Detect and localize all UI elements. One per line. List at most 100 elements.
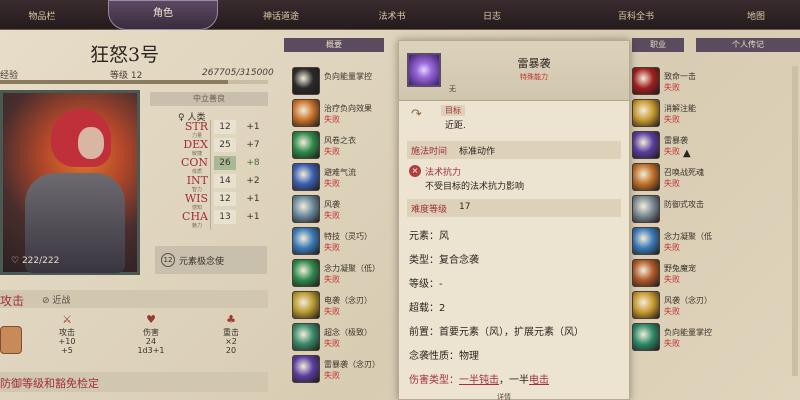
ability-name: 负向能量掌控 — [664, 328, 712, 337]
class-summary[interactable]: 12 元素极念使 — [155, 246, 267, 274]
ability-item[interactable]: 念力凝聚（低） 失败 — [292, 258, 398, 288]
defense-header[interactable]: 防御等级和豁免检定 — [0, 372, 268, 392]
stat-row-str[interactable]: STR 力量 12 +1 — [152, 120, 268, 139]
stat-modifier: +1 — [246, 194, 260, 204]
ability-icon — [292, 195, 320, 223]
ability-item[interactable]: 致命一击 失败 — [632, 66, 738, 96]
ability-icon — [632, 131, 660, 159]
ability-fail-status: 失败 — [324, 115, 340, 124]
ability-item[interactable]: 风袭 失败 — [292, 194, 398, 224]
ability-item[interactable]: 念力凝聚（低 失败 — [632, 226, 738, 256]
detail-footer[interactable]: 详情 — [497, 392, 511, 400]
target-value: 近距. — [445, 121, 466, 131]
ability-item[interactable]: 雷暴袭（念刃） 失败 — [292, 354, 398, 384]
ability-icon — [292, 291, 320, 319]
ability-item[interactable]: 电袭（念刃） 失败 — [292, 290, 398, 320]
mouse-cursor-icon: ▲ — [683, 148, 691, 159]
stat-sub: 魅力 — [192, 223, 203, 229]
ability-icon — [632, 99, 660, 127]
class-name: 元素极念使 — [179, 257, 225, 267]
ability-name: 治疗负向效果 — [324, 104, 372, 113]
stat-value: 25 — [214, 138, 236, 152]
stat-modifier: +1 — [246, 122, 260, 132]
ability-item[interactable]: 超念（极致） 失败 — [292, 322, 398, 352]
damage-type-label: 伤害类型： — [409, 375, 459, 386]
damage-type-a[interactable]: 一半钝击 — [459, 375, 499, 386]
ability-icon — [292, 67, 320, 95]
ability-name: 超念（极致） — [324, 328, 372, 337]
character-name[interactable]: 狂怒3号 — [90, 40, 159, 67]
dc-row: 难度等级 17 — [407, 199, 621, 217]
scrollbar[interactable] — [792, 66, 798, 376]
ability-icon — [632, 323, 660, 351]
tab-encyclopedia[interactable]: 百科全书 — [606, 9, 666, 22]
ability-fail-status: 失败 — [324, 307, 340, 316]
ability-fail-status: 失败 — [664, 147, 680, 156]
stat-row-con[interactable]: CON 体质 26 +8 — [152, 156, 268, 175]
nature-line: 念袭性质：物理 — [409, 351, 479, 362]
tab-biography[interactable]: 个人传记 — [696, 38, 800, 52]
ability-item[interactable]: 风卷之衣 失败 — [292, 130, 398, 160]
character-sheet-screen: 物品栏 角色 神话道途 法术书 日志 百科全书 地图 狂怒3号 经验 等级 12… — [0, 0, 800, 400]
damage: ♥ 伤害 24 1d3+1 — [126, 313, 176, 356]
ability-item[interactable]: 消解注能 失败 — [632, 98, 738, 128]
ability-icon — [632, 291, 660, 319]
tab-summary[interactable]: 概要 — [284, 38, 384, 52]
element-line: 元素：风 — [409, 231, 449, 242]
ability-fail-status: 失败 — [664, 275, 680, 284]
ability-item[interactable]: 风袭（念刃） 失败 — [632, 290, 738, 320]
tab-character[interactable]: 角色 — [108, 0, 218, 30]
ability-fail-status: 失败 — [664, 339, 680, 348]
alignment-label[interactable]: 中立善良 — [150, 92, 268, 106]
damage-type-b[interactable]: 电击 — [529, 375, 549, 386]
stat-row-dex[interactable]: DEX 敏捷 25 +7 — [152, 138, 268, 157]
hp-readout: ♡ 222/222 — [11, 256, 59, 266]
ability-icon — [632, 195, 660, 223]
ability-item[interactable]: 特技（灵巧） 失败 — [292, 226, 398, 256]
tab-inventory[interactable]: 物品栏 — [12, 9, 72, 22]
ability-fail-status: 失败 — [324, 147, 340, 156]
tab-mythic-path[interactable]: 神话道途 — [251, 9, 311, 22]
close-circle-icon: × — [409, 165, 421, 177]
ability-item[interactable]: 召唤战死魂 失败 — [632, 162, 738, 192]
portrait-face — [78, 127, 104, 159]
damage-icon: ♥ — [146, 313, 156, 326]
stat-value: 26 — [214, 156, 236, 170]
ability-name: 电袭（念刃） — [324, 296, 372, 305]
ability-item[interactable]: 避难气流 失败 — [292, 162, 398, 192]
heart-icon: ♡ — [11, 256, 22, 266]
spell-resistance-label: 法术抗力 — [425, 168, 462, 178]
stat-row-int[interactable]: INT 智力 14 +2 — [152, 174, 268, 193]
lightning-storm-icon — [407, 53, 441, 87]
level-line: 等级：- — [409, 279, 443, 290]
casting-time-value: 标准动作 — [459, 147, 496, 157]
stat-row-cha[interactable]: CHA 魅力 13 +1 — [152, 210, 268, 229]
stat-row-wis[interactable]: WIS 感知 12 +1 — [152, 192, 268, 211]
tab-class[interactable]: 职业 — [632, 38, 684, 52]
ability-name: 风袭（念刃） — [664, 296, 712, 305]
attack-bonus: ⚔ 攻击 +10 +5 — [42, 314, 92, 356]
target-section: ↷ 目标 近距. — [411, 105, 617, 131]
ability-item[interactable]: 负向能量掌控 失败 — [632, 322, 738, 352]
fist-weapon-icon[interactable] — [0, 326, 22, 354]
character-portrait[interactable]: ♡ 222/222 — [0, 90, 140, 275]
ability-fail-status: 失败 — [324, 179, 340, 188]
attack-type-label: 近战 — [52, 296, 71, 306]
prereq-line: 前置：首要元素（风），扩展元素（风） — [409, 327, 584, 338]
ability-fail-status: 失败 — [664, 179, 680, 188]
ability-item[interactable]: 治疗负向效果 失败 — [292, 98, 398, 128]
attack-header[interactable]: 攻击 ⊘ 近战 — [0, 290, 268, 308]
ability-item[interactable]: 野兔魔宠 失败 — [632, 258, 738, 288]
critical: ♣ 重击 ×2 20 — [206, 314, 256, 356]
xp-value: 267705/315000 — [202, 68, 274, 78]
stat-modifier: +1 — [246, 212, 260, 222]
tab-map[interactable]: 地图 — [726, 9, 786, 22]
stat-modifier: +7 — [246, 140, 260, 150]
ability-item[interactable]: 防御式攻击 — [632, 194, 738, 224]
damage-dice: 1d3+1 — [137, 346, 165, 355]
tab-journal[interactable]: 日志 — [462, 9, 522, 22]
tab-spellbook[interactable]: 法术书 — [362, 9, 422, 22]
stat-modifier: +2 — [246, 176, 260, 186]
ability-item[interactable]: 负向能量掌控 — [292, 66, 398, 96]
ability-scores: STR 力量 12 +1 DEX 敏捷 25 +7 CON 体质 26 +8 I… — [152, 120, 268, 230]
